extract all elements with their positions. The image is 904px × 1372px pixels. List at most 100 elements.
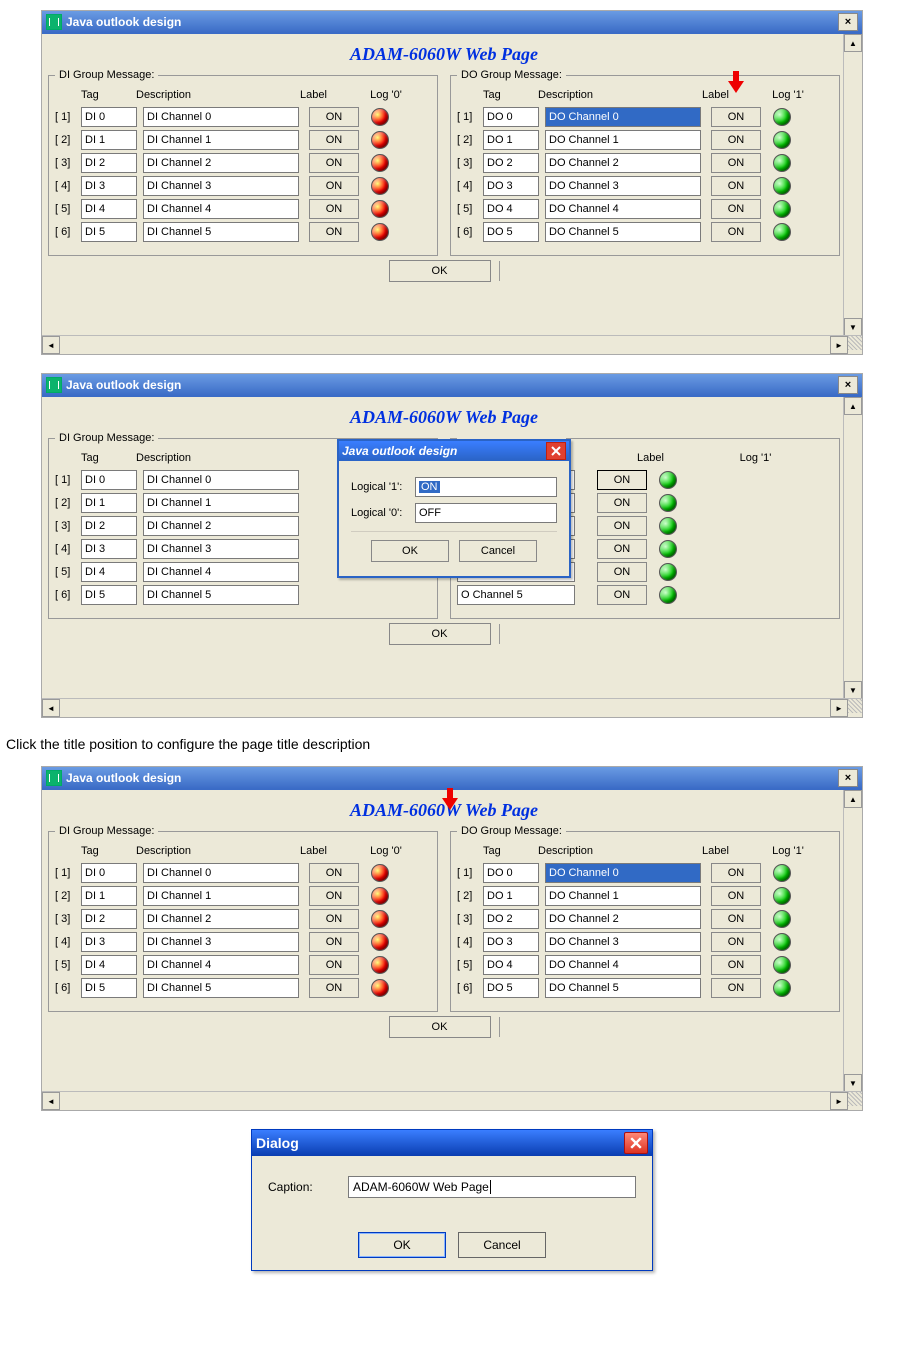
tag-input[interactable]: DI 3	[81, 539, 137, 559]
resize-grip-icon[interactable]	[848, 336, 862, 350]
ok-button[interactable]: OK	[389, 623, 491, 645]
label-button[interactable]: ON	[309, 199, 359, 219]
logical-1-input[interactable]: ON	[415, 477, 557, 497]
vertical-scrollbar[interactable]: ▲ ▼	[843, 34, 862, 336]
label-button[interactable]: ON	[309, 978, 359, 998]
tag-input[interactable]: DO 1	[483, 886, 539, 906]
description-input[interactable]: DO Channel 4	[545, 955, 701, 975]
description-input[interactable]: DI Channel 0	[143, 107, 299, 127]
description-input[interactable]: DI Channel 0	[143, 863, 299, 883]
page-title[interactable]: ADAM-6060W Web Page	[48, 38, 840, 69]
description-input[interactable]: DI Channel 2	[143, 516, 299, 536]
label-button[interactable]: ON	[711, 222, 761, 242]
description-input[interactable]: DO Channel 1	[545, 130, 701, 150]
tag-input[interactable]: DI 2	[81, 516, 137, 536]
description-input[interactable]: DO Channel 5	[545, 222, 701, 242]
window-close-button[interactable]: ×	[838, 376, 858, 394]
label-button[interactable]: ON	[711, 130, 761, 150]
scroll-left-button[interactable]: ◄	[42, 336, 60, 354]
label-button[interactable]: ON	[711, 199, 761, 219]
label-button[interactable]: ON	[309, 932, 359, 952]
description-input[interactable]: DI Channel 4	[143, 199, 299, 219]
scroll-up-button[interactable]: ▲	[844, 34, 862, 52]
scroll-left-button[interactable]: ◄	[42, 1092, 60, 1110]
window-close-button[interactable]: ×	[838, 769, 858, 787]
label-button[interactable]: ON	[309, 222, 359, 242]
tag-input[interactable]: DO 5	[483, 978, 539, 998]
label-button[interactable]: ON	[711, 153, 761, 173]
description-input[interactable]: DI Channel 2	[143, 909, 299, 929]
description-input[interactable]: DO Channel 3	[545, 932, 701, 952]
tag-input[interactable]: DI 5	[81, 978, 137, 998]
tag-input[interactable]: DO 5	[483, 222, 539, 242]
label-button[interactable]: ON	[309, 153, 359, 173]
description-input[interactable]: DI Channel 5	[143, 978, 299, 998]
tag-input[interactable]: DI 1	[81, 886, 137, 906]
popup-close-button[interactable]	[546, 442, 566, 460]
description-input[interactable]: DI Channel 1	[143, 493, 299, 513]
ok-button[interactable]: OK	[389, 1016, 491, 1038]
horizontal-scrollbar[interactable]: ◄ ►	[42, 335, 862, 354]
description-input[interactable]: DO Channel 0	[545, 863, 701, 883]
label-button[interactable]: ON	[309, 107, 359, 127]
label-button[interactable]: ON	[597, 562, 647, 582]
resize-grip-icon[interactable]	[848, 699, 862, 713]
description-input[interactable]: DI Channel 3	[143, 932, 299, 952]
label-button[interactable]: ON	[711, 909, 761, 929]
tag-input[interactable]: DI 0	[81, 470, 137, 490]
tag-input[interactable]: DO 3	[483, 176, 539, 196]
description-input[interactable]: DO Channel 3	[545, 176, 701, 196]
scroll-down-button[interactable]: ▼	[844, 1074, 862, 1092]
dialog-cancel-button[interactable]: Cancel	[458, 1232, 546, 1258]
scroll-right-button[interactable]: ►	[830, 699, 848, 717]
label-button[interactable]: ON	[597, 470, 647, 490]
label-button[interactable]: ON	[711, 955, 761, 975]
label-button[interactable]: ON	[309, 955, 359, 975]
popup-cancel-button[interactable]: Cancel	[459, 540, 537, 562]
description-input[interactable]: DI Channel 2	[143, 153, 299, 173]
scroll-right-button[interactable]: ►	[830, 1092, 848, 1110]
label-button[interactable]: ON	[309, 886, 359, 906]
tag-input[interactable]: DO 4	[483, 955, 539, 975]
tag-input[interactable]: DO 0	[483, 107, 539, 127]
label-button[interactable]: ON	[711, 107, 761, 127]
tag-input[interactable]: DI 2	[81, 909, 137, 929]
label-button[interactable]: ON	[597, 539, 647, 559]
scroll-down-button[interactable]: ▼	[844, 681, 862, 699]
caption-input[interactable]: ADAM-6060W Web Page	[348, 1176, 636, 1198]
label-button[interactable]: ON	[711, 176, 761, 196]
scroll-down-button[interactable]: ▼	[844, 318, 862, 336]
scroll-left-button[interactable]: ◄	[42, 699, 60, 717]
description-input[interactable]: DI Channel 1	[143, 130, 299, 150]
description-input[interactable]: DO Channel 4	[545, 199, 701, 219]
ok-button[interactable]: OK	[389, 260, 491, 282]
tag-input[interactable]: DO 0	[483, 863, 539, 883]
description-input[interactable]: DI Channel 3	[143, 539, 299, 559]
dialog-ok-button[interactable]: OK	[358, 1232, 446, 1258]
label-button[interactable]: ON	[711, 886, 761, 906]
label-button[interactable]: ON	[597, 516, 647, 536]
resize-grip-icon[interactable]	[848, 1092, 862, 1106]
description-input[interactable]: DI Channel 4	[143, 955, 299, 975]
description-input[interactable]: DO Channel 2	[545, 909, 701, 929]
description-input[interactable]: DO Channel 5	[545, 978, 701, 998]
tag-input[interactable]: DI 3	[81, 932, 137, 952]
tag-input[interactable]: DO 2	[483, 909, 539, 929]
dialog-close-button[interactable]	[624, 1132, 648, 1154]
label-button[interactable]: ON	[309, 863, 359, 883]
description-input[interactable]: DI Channel 3	[143, 176, 299, 196]
logical-0-input[interactable]: OFF	[415, 503, 557, 523]
label-button[interactable]: ON	[711, 932, 761, 952]
horizontal-scrollbar[interactable]: ◄ ►	[42, 698, 862, 717]
tag-input[interactable]: DI 1	[81, 493, 137, 513]
tag-input[interactable]: DI 3	[81, 176, 137, 196]
tag-input[interactable]: DI 4	[81, 199, 137, 219]
description-input[interactable]: DO Channel 1	[545, 886, 701, 906]
tag-input[interactable]: DI 4	[81, 955, 137, 975]
horizontal-scrollbar[interactable]: ◄ ►	[42, 1091, 862, 1110]
label-button[interactable]: ON	[711, 978, 761, 998]
page-title[interactable]: ADAM-6060W Web Page	[48, 401, 840, 432]
tag-input[interactable]: DI 5	[81, 585, 137, 605]
popup-ok-button[interactable]: OK	[371, 540, 449, 562]
label-button[interactable]: ON	[711, 863, 761, 883]
